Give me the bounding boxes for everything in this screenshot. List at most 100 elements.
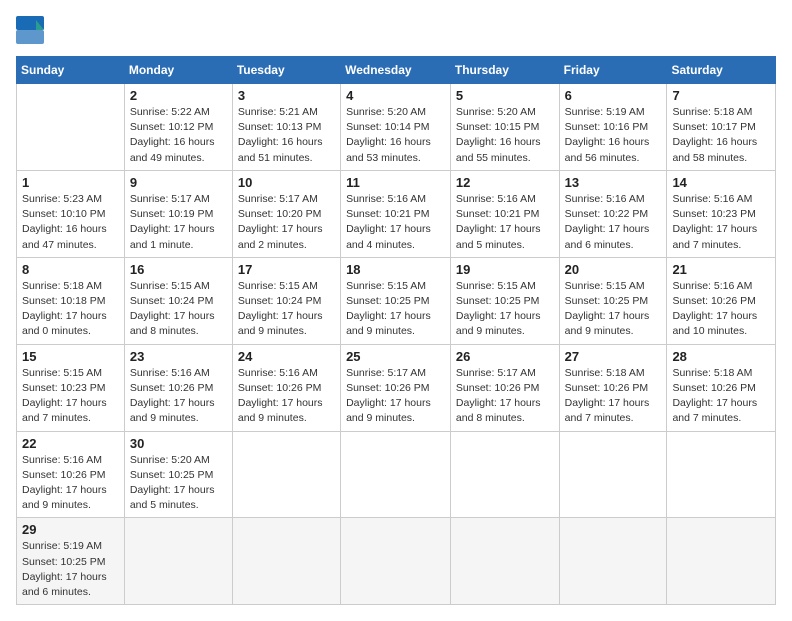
day-number: 4: [346, 88, 445, 103]
calendar-cell: 20 Sunrise: 5:15 AM Sunset: 10:25 PM Dayl…: [559, 257, 667, 344]
calendar-cell: 16Sunrise: 5:15 AM Sunset: 10:24 PM Dayl…: [124, 257, 232, 344]
day-number: 20: [565, 262, 662, 277]
day-number: 14: [672, 175, 770, 190]
day-number: 2: [130, 88, 227, 103]
calendar-cell: 21 Sunrise: 5:16 AM Sunset: 10:26 PM Dayl…: [667, 257, 776, 344]
page-header: [16, 16, 776, 44]
header-saturday: Saturday: [667, 57, 776, 84]
day-info: Sunrise: 5:16 AM Sunset: 10:26 PM Daylig…: [130, 366, 227, 427]
week-row-1: 2 Sunrise: 5:22 AM Sunset: 10:12 PM Dayli…: [17, 84, 776, 171]
calendar-cell: 12 Sunrise: 5:16 AM Sunset: 10:21 PM Dayl…: [450, 170, 559, 257]
calendar-cell: [232, 431, 340, 518]
calendar-cell: 9Sunrise: 5:17 AM Sunset: 10:19 PM Dayli…: [124, 170, 232, 257]
day-info: Sunrise: 5:19 AM Sunset: 10:25 PM Daylig…: [22, 539, 119, 600]
day-info: Sunrise: 5:17 AM Sunset: 10:20 PM Daylig…: [238, 192, 335, 253]
day-number: 5: [456, 88, 554, 103]
day-number: 28: [672, 349, 770, 364]
calendar-cell: [667, 431, 776, 518]
day-number: 27: [565, 349, 662, 364]
header-wednesday: Wednesday: [341, 57, 451, 84]
day-info: Sunrise: 5:15 AM Sunset: 10:23 PM Daylig…: [22, 366, 119, 427]
calendar-table: SundayMondayTuesdayWednesdayThursdayFrid…: [16, 56, 776, 605]
day-number: 22: [22, 436, 119, 451]
header-monday: Monday: [124, 57, 232, 84]
day-number: 3: [238, 88, 335, 103]
day-info: Sunrise: 5:20 AM Sunset: 10:15 PM Daylig…: [456, 105, 554, 166]
day-info: Sunrise: 5:16 AM Sunset: 10:26 PM Daylig…: [238, 366, 335, 427]
calendar-cell: 27 Sunrise: 5:18 AM Sunset: 10:26 PM Dayl…: [559, 344, 667, 431]
day-number: 21: [672, 262, 770, 277]
calendar-cell: 6 Sunrise: 5:19 AM Sunset: 10:16 PM Dayli…: [559, 84, 667, 171]
day-info: Sunrise: 5:15 AM Sunset: 10:25 PM Daylig…: [565, 279, 662, 340]
day-number: 12: [456, 175, 554, 190]
calendar-cell: 8Sunrise: 5:18 AM Sunset: 10:18 PM Dayli…: [17, 257, 125, 344]
day-info: Sunrise: 5:15 AM Sunset: 10:25 PM Daylig…: [346, 279, 445, 340]
calendar-cell: [559, 431, 667, 518]
calendar-cell: [667, 518, 776, 605]
calendar-cell: 30 Sunrise: 5:20 AM Sunset: 10:25 PM Dayl…: [124, 431, 232, 518]
calendar-cell: 15Sunrise: 5:15 AM Sunset: 10:23 PM Dayl…: [17, 344, 125, 431]
calendar-cell: 13Sunrise: 5:16 AM Sunset: 10:22 PM Dayl…: [559, 170, 667, 257]
calendar-cell: [341, 518, 451, 605]
calendar-cell: 18 Sunrise: 5:15 AM Sunset: 10:25 PM Dayl…: [341, 257, 451, 344]
day-info: Sunrise: 5:16 AM Sunset: 10:23 PM Daylig…: [672, 192, 770, 253]
day-info: Sunrise: 5:18 AM Sunset: 10:17 PM Daylig…: [672, 105, 770, 166]
day-number: 13: [565, 175, 662, 190]
calendar-cell: 11 Sunrise: 5:16 AM Sunset: 10:21 PM Dayl…: [341, 170, 451, 257]
day-info: Sunrise: 5:16 AM Sunset: 10:26 PM Daylig…: [672, 279, 770, 340]
header-thursday: Thursday: [450, 57, 559, 84]
calendar-cell: 14 Sunrise: 5:16 AM Sunset: 10:23 PM Dayl…: [667, 170, 776, 257]
week-row-3: 8Sunrise: 5:18 AM Sunset: 10:18 PM Dayli…: [17, 257, 776, 344]
day-number: 16: [130, 262, 227, 277]
calendar-cell: 1Sunrise: 5:23 AM Sunset: 10:10 PM Dayli…: [17, 170, 125, 257]
day-info: Sunrise: 5:17 AM Sunset: 10:19 PM Daylig…: [130, 192, 227, 253]
day-info: Sunrise: 5:16 AM Sunset: 10:21 PM Daylig…: [346, 192, 445, 253]
day-info: Sunrise: 5:15 AM Sunset: 10:25 PM Daylig…: [456, 279, 554, 340]
day-info: Sunrise: 5:17 AM Sunset: 10:26 PM Daylig…: [346, 366, 445, 427]
day-number: 7: [672, 88, 770, 103]
calendar-cell: [450, 518, 559, 605]
week-row-6: 29 Sunrise: 5:19 AM Sunset: 10:25 PM Dayl…: [17, 518, 776, 605]
day-number: 26: [456, 349, 554, 364]
day-info: Sunrise: 5:21 AM Sunset: 10:13 PM Daylig…: [238, 105, 335, 166]
day-number: 6: [565, 88, 662, 103]
day-info: Sunrise: 5:17 AM Sunset: 10:26 PM Daylig…: [456, 366, 554, 427]
calendar-cell: 25 Sunrise: 5:17 AM Sunset: 10:26 PM Dayl…: [341, 344, 451, 431]
week-row-5: 22 Sunrise: 5:16 AM Sunset: 10:26 PM Dayl…: [17, 431, 776, 518]
day-info: Sunrise: 5:15 AM Sunset: 10:24 PM Daylig…: [238, 279, 335, 340]
day-number: 30: [130, 436, 227, 451]
day-info: Sunrise: 5:16 AM Sunset: 10:21 PM Daylig…: [456, 192, 554, 253]
day-number: 29: [22, 522, 119, 537]
day-number: 11: [346, 175, 445, 190]
header-tuesday: Tuesday: [232, 57, 340, 84]
calendar-cell: 7 Sunrise: 5:18 AM Sunset: 10:17 PM Dayli…: [667, 84, 776, 171]
day-info: Sunrise: 5:16 AM Sunset: 10:26 PM Daylig…: [22, 453, 119, 514]
calendar-cell: [17, 84, 125, 171]
day-number: 23: [130, 349, 227, 364]
day-number: 25: [346, 349, 445, 364]
day-info: Sunrise: 5:18 AM Sunset: 10:26 PM Daylig…: [565, 366, 662, 427]
calendar-cell: 4Sunrise: 5:20 AM Sunset: 10:14 PM Dayli…: [341, 84, 451, 171]
day-number: 17: [238, 262, 335, 277]
calendar-cell: 22 Sunrise: 5:16 AM Sunset: 10:26 PM Dayl…: [17, 431, 125, 518]
day-number: 18: [346, 262, 445, 277]
calendar-cell: [559, 518, 667, 605]
calendar-cell: 23 Sunrise: 5:16 AM Sunset: 10:26 PM Dayl…: [124, 344, 232, 431]
calendar-cell: 26 Sunrise: 5:17 AM Sunset: 10:26 PM Dayl…: [450, 344, 559, 431]
day-number: 19: [456, 262, 554, 277]
day-info: Sunrise: 5:18 AM Sunset: 10:26 PM Daylig…: [672, 366, 770, 427]
day-info: Sunrise: 5:20 AM Sunset: 10:25 PM Daylig…: [130, 453, 227, 514]
header-sunday: Sunday: [17, 57, 125, 84]
calendar-cell: 24Sunrise: 5:16 AM Sunset: 10:26 PM Dayl…: [232, 344, 340, 431]
day-info: Sunrise: 5:22 AM Sunset: 10:12 PM Daylig…: [130, 105, 227, 166]
week-row-2: 1Sunrise: 5:23 AM Sunset: 10:10 PM Dayli…: [17, 170, 776, 257]
day-info: Sunrise: 5:18 AM Sunset: 10:18 PM Daylig…: [22, 279, 119, 340]
calendar-cell: 3 Sunrise: 5:21 AM Sunset: 10:13 PM Dayli…: [232, 84, 340, 171]
calendar-cell: [124, 518, 232, 605]
day-number: 10: [238, 175, 335, 190]
day-info: Sunrise: 5:19 AM Sunset: 10:16 PM Daylig…: [565, 105, 662, 166]
calendar-header-row: SundayMondayTuesdayWednesdayThursdayFrid…: [17, 57, 776, 84]
day-number: 1: [22, 175, 119, 190]
calendar-cell: 28 Sunrise: 5:18 AM Sunset: 10:26 PM Dayl…: [667, 344, 776, 431]
calendar-cell: 2 Sunrise: 5:22 AM Sunset: 10:12 PM Dayli…: [124, 84, 232, 171]
